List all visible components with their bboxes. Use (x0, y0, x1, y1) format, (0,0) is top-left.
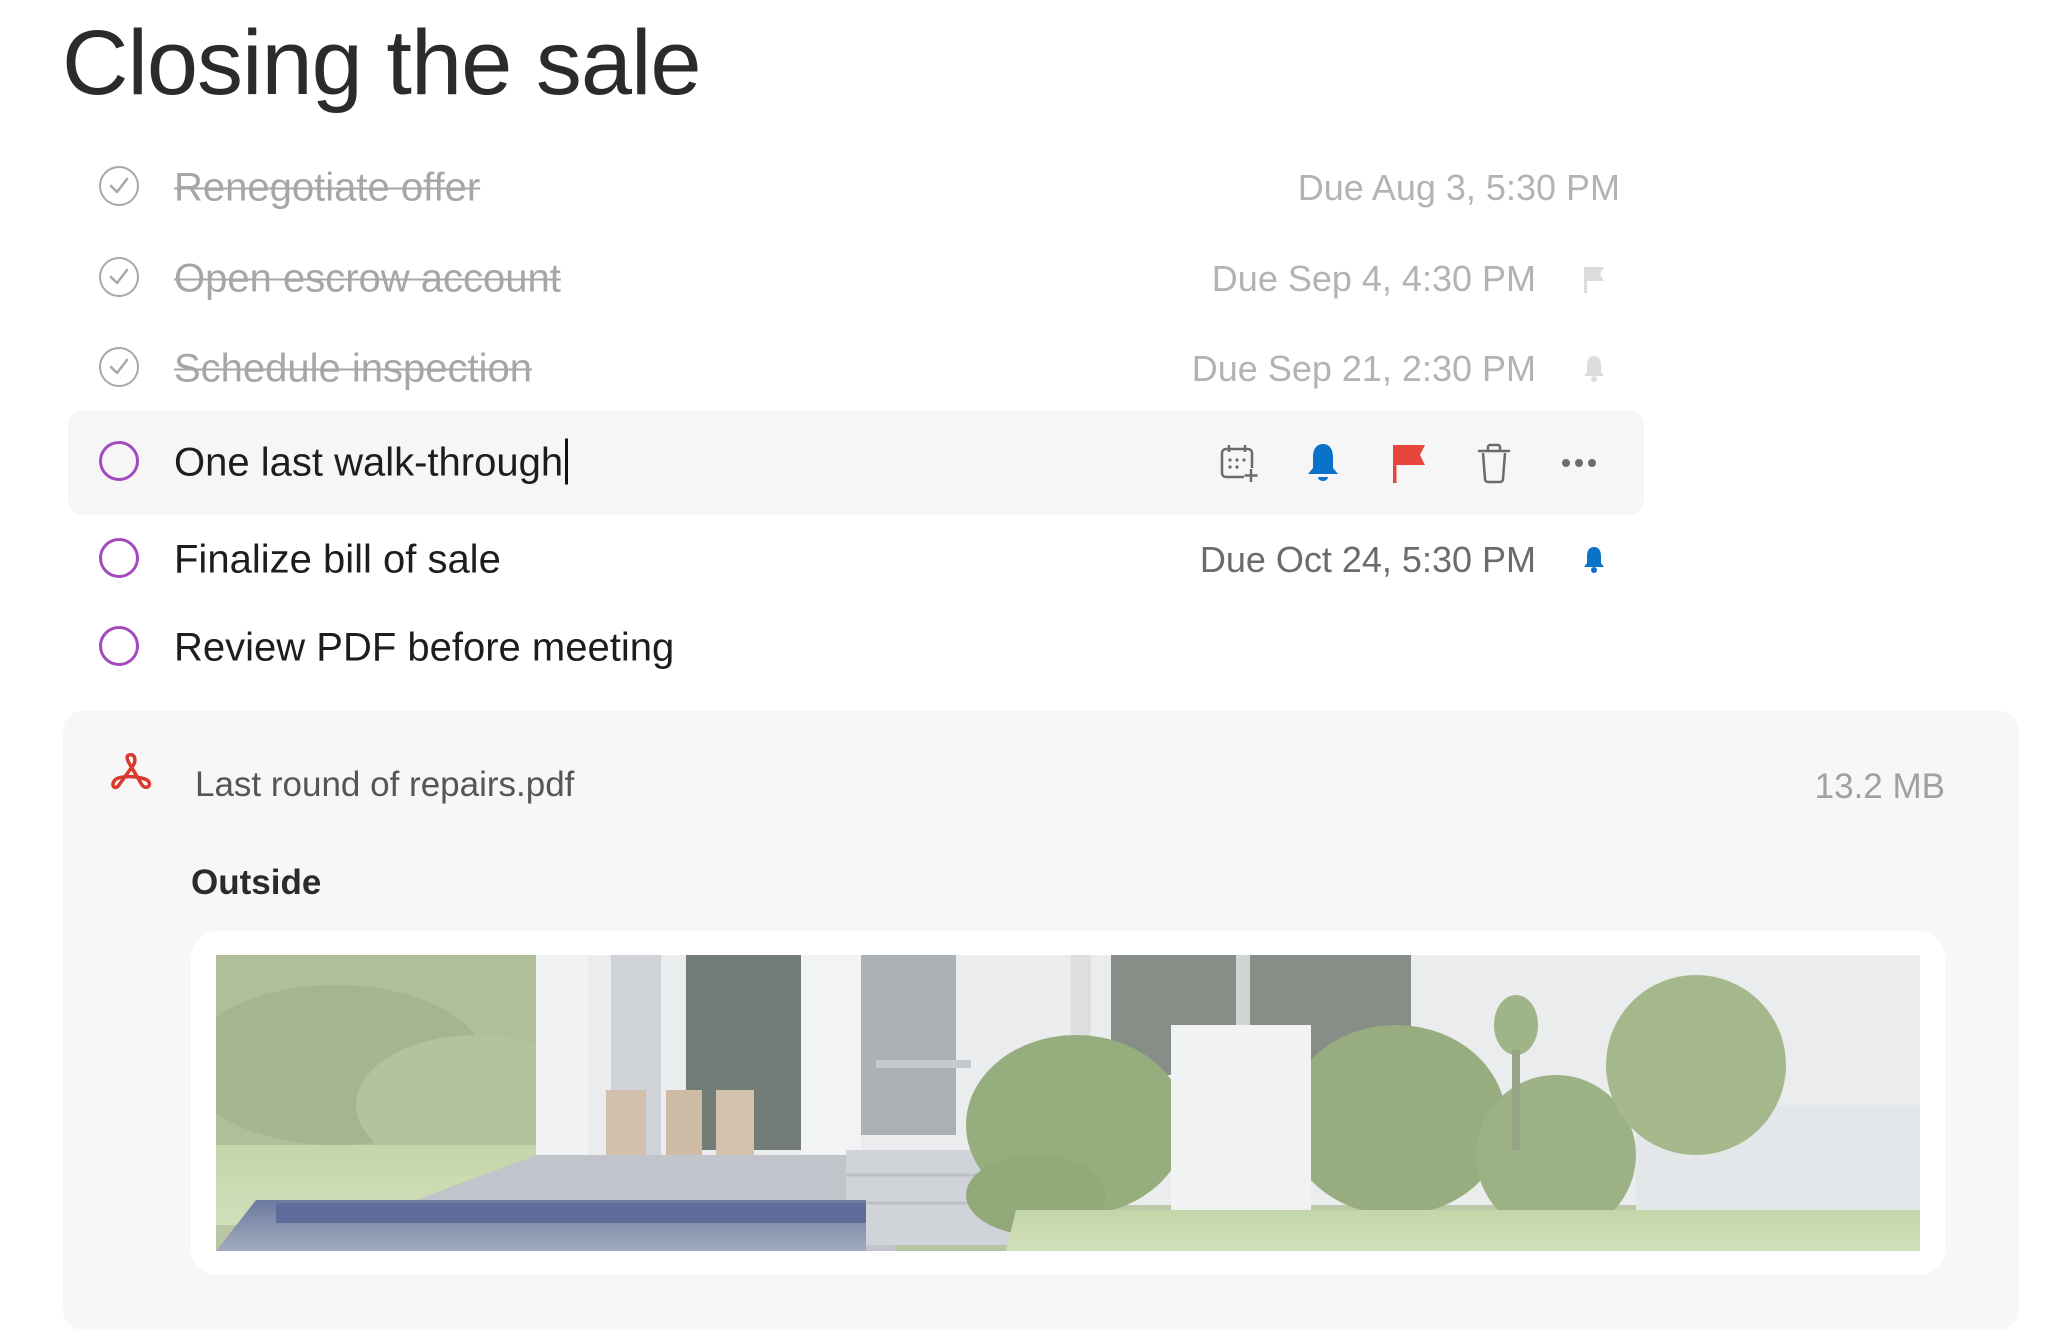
task-row-editing[interactable]: One last walk-through (68, 411, 1644, 515)
task-toolbar (1214, 438, 1614, 488)
bell-icon (1580, 545, 1608, 575)
image-preview-card[interactable] (191, 931, 1945, 1275)
bell-icon[interactable] (1298, 438, 1348, 488)
trash-icon[interactable] (1469, 438, 1519, 488)
task-title[interactable]: Finalize bill of sale (174, 538, 501, 583)
due-date: Due Sep 21, 2:30 PM (1191, 348, 1536, 389)
due-date: Due Sep 4, 4:30 PM (1211, 258, 1536, 299)
more-icon[interactable] (1554, 438, 1604, 488)
task-checkbox[interactable] (99, 441, 139, 481)
task-title[interactable]: Schedule inspection (174, 347, 532, 392)
calendar-add-icon[interactable] (1214, 438, 1264, 488)
completed-checkbox[interactable] (99, 347, 139, 387)
task-title[interactable]: Open escrow account (174, 257, 561, 302)
task-row[interactable]: Renegotiate offer Due Aug 3, 5:30 PM (68, 143, 1644, 233)
section-label: Outside (191, 863, 322, 902)
bell-icon (1580, 354, 1608, 384)
task-title[interactable]: Review PDF before meeting (174, 626, 674, 671)
task-row[interactable]: Schedule inspection Due Sep 21, 2:30 PM (68, 324, 1644, 414)
due-date: Due Aug 3, 5:30 PM (1297, 167, 1620, 208)
task-title-input[interactable]: One last walk-through (174, 438, 569, 486)
task-checkbox[interactable] (99, 626, 139, 666)
task-checkbox[interactable] (99, 538, 139, 578)
task-title[interactable]: Renegotiate offer (174, 166, 480, 211)
attachment-size: 13.2 MB (1814, 767, 1945, 806)
completed-checkbox[interactable] (99, 166, 139, 206)
task-row[interactable]: Open escrow account Due Sep 4, 4:30 PM (68, 234, 1644, 324)
page-title: Closing the sale (62, 12, 702, 114)
text-cursor (565, 438, 569, 485)
pdf-icon (107, 747, 157, 797)
completed-checkbox[interactable] (99, 257, 139, 297)
attachment-filename[interactable]: Last round of repairs.pdf (195, 765, 574, 805)
task-row[interactable]: Finalize bill of sale Due Oct 24, 5:30 P… (68, 515, 1644, 605)
task-row[interactable]: Review PDF before meeting (68, 603, 1644, 693)
flag-icon[interactable] (1384, 438, 1434, 488)
flag-icon (1580, 264, 1608, 294)
due-date: Due Oct 24, 5:30 PM (1199, 539, 1536, 580)
house-exterior-photo[interactable] (216, 955, 1920, 1251)
task-title-text: One last walk-through (174, 440, 564, 485)
attachment-card[interactable]: Last round of repairs.pdf 13.2 MB Outsid… (63, 711, 2019, 1330)
